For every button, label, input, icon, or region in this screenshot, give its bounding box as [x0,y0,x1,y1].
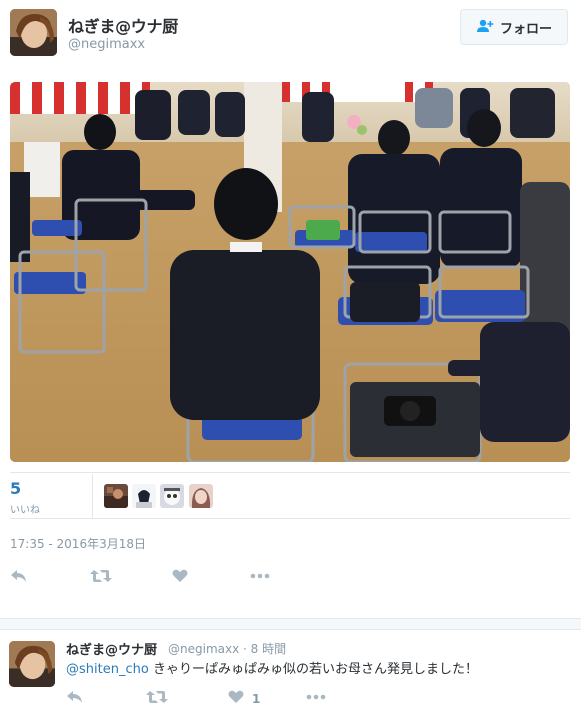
stats-top-divider [10,472,570,473]
liker-avatar[interactable] [132,484,156,508]
heart-icon [172,568,188,587]
reply-body: きゃりーぱみゅぱみゅ似の若いお母さん発見しました！ [148,662,478,677]
liker-avatar[interactable] [189,484,213,508]
retweet-icon [146,689,168,708]
stats-vertical-divider [92,474,93,518]
heart-icon [228,689,244,708]
user-handle[interactable]: @negimaxx [68,37,145,52]
reply-icon [66,689,84,708]
reply-mention-link[interactable]: @shiten_cho [66,662,149,677]
reply-like-button[interactable]: 1 [228,689,260,708]
user-avatar[interactable] [10,9,57,56]
liker-avatar[interactable] [160,484,184,508]
likes-count[interactable]: 5 [10,479,21,498]
likes-label: いいね [10,505,40,516]
liker-avatar[interactable] [104,484,128,508]
reply-button[interactable] [10,568,28,587]
follow-icon [476,18,494,37]
reply-more-button[interactable] [306,689,326,708]
display-name[interactable]: ねぎま@ウナ厨 [68,13,178,37]
reply-icon [10,568,28,587]
reply-meta[interactable]: @negimaxx · 8 時間 [168,640,286,657]
like-button[interactable] [172,568,188,587]
more-button[interactable] [250,568,270,587]
stats-bottom-divider [10,518,570,519]
tweet-timestamp[interactable]: 17:35 - 2016年3月18日 [10,535,146,552]
thread-separator [0,618,581,630]
reply-display-name[interactable]: ねぎま@ウナ厨 [66,639,157,658]
more-icon [250,568,270,587]
reply-user-avatar[interactable] [9,641,55,687]
tweet-photo[interactable] [10,82,570,462]
more-icon [306,689,326,708]
tweet-card: ねぎま@ウナ厨 @negimaxx フォロー 5 いいね 17:35 - 201… [0,0,581,622]
reply-reply-button[interactable] [66,689,84,708]
retweet-icon [90,568,112,587]
retweet-button[interactable] [90,568,112,587]
follow-label: フォロー [499,21,552,37]
reply-like-count: 1 [252,691,261,706]
follow-button[interactable]: フォロー [460,9,568,45]
reply-retweet-button[interactable] [146,689,168,708]
reply-text: @shiten_cho きゃりーぱみゅぱみゅ似の若いお母さん発見しました！ [66,658,478,677]
